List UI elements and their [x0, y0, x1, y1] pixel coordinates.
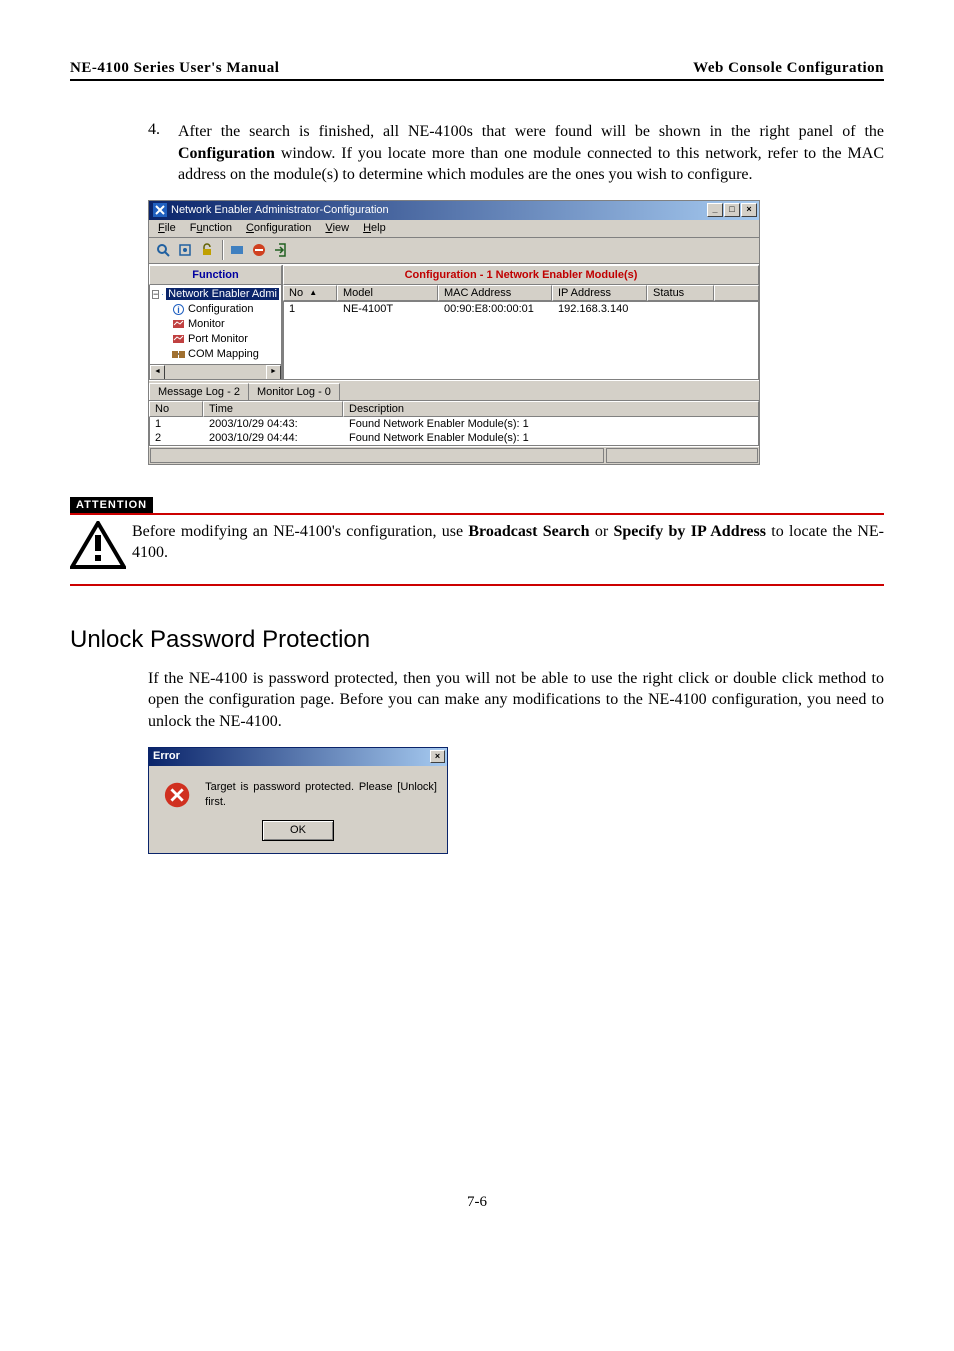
error-close-button[interactable]: × [430, 750, 445, 763]
log-cell-desc: Found Network Enabler Module(s): 1 [344, 432, 758, 444]
menubar: File Function Configuration View Help [149, 220, 759, 238]
warning-icon [70, 521, 132, 574]
header-left: NE-4100 Series User's Manual [70, 60, 279, 77]
toolbar-exit-icon[interactable] [271, 240, 291, 260]
toolbar-unlock-icon[interactable] [197, 240, 217, 260]
tree-view[interactable]: −Network Enabler Admi iConfiguration Mon… [149, 285, 282, 380]
menu-configuration[interactable]: Configuration [239, 222, 318, 234]
data-grid[interactable]: 1 NE-4100T 00:90:E8:00:00:01 192.168.3.1… [283, 302, 759, 380]
tab-message-log[interactable]: Message Log - 2 [149, 383, 249, 400]
section-title: Unlock Password Protection [70, 626, 884, 654]
error-message: Target is password protected. Please [Un… [205, 780, 437, 810]
toolbar-device-icon[interactable] [227, 240, 247, 260]
maximize-button[interactable]: □ [724, 203, 740, 217]
toolbar [149, 238, 759, 264]
col-blank [714, 285, 759, 301]
toolbar-locate-icon[interactable] [175, 240, 195, 260]
step-number: 4. [148, 121, 178, 186]
error-title: Error [153, 749, 180, 764]
scroll-left-button[interactable]: ◄ [150, 365, 165, 380]
port-monitor-icon [172, 333, 185, 346]
svg-text:i: i [177, 305, 180, 315]
function-header: Function [149, 265, 282, 285]
col-ip[interactable]: IP Address [552, 285, 647, 301]
menu-view[interactable]: View [318, 222, 356, 234]
step-text-pre: After the search is finished, all NE-410… [178, 123, 884, 140]
step-text-bold: Configuration [178, 145, 275, 162]
com-mapping-icon [172, 348, 185, 361]
step-text-post: window. If you locate more than one modu… [178, 145, 884, 184]
menu-file[interactable]: File [151, 222, 183, 234]
error-titlebar: Error × [149, 748, 447, 766]
ok-button[interactable]: OK [262, 820, 334, 841]
minimize-button[interactable]: _ [707, 203, 723, 217]
toolbar-search-icon[interactable] [153, 240, 173, 260]
page-number: 7-6 [70, 1194, 884, 1211]
menu-help[interactable]: Help [356, 222, 393, 234]
header-right: Web Console Configuration [693, 60, 884, 77]
log-col-time[interactable]: Time [203, 401, 343, 417]
toolbar-stop-icon[interactable] [249, 240, 269, 260]
status-bar [149, 446, 759, 464]
titlebar: Network Enabler Administrator-Configurat… [149, 201, 759, 220]
attention-label: ATTENTION [70, 497, 153, 513]
cell-ip: 192.168.3.140 [553, 303, 648, 315]
root-icon [162, 288, 163, 301]
tree-item-port-monitor[interactable]: Port Monitor [188, 333, 248, 345]
tree-item-monitor[interactable]: Monitor [188, 318, 225, 330]
col-model[interactable]: Model [337, 285, 438, 301]
col-status[interactable]: Status [647, 285, 714, 301]
log-grid[interactable]: 1 2003/10/29 04:43: Found Network Enable… [149, 417, 759, 446]
toolbar-separator [222, 240, 224, 260]
config-icon: i [172, 303, 185, 316]
log-row[interactable]: 2 2003/10/29 04:44: Found Network Enable… [150, 431, 758, 445]
app-window: Network Enabler Administrator-Configurat… [148, 200, 760, 465]
log-col-desc[interactable]: Description [343, 401, 759, 417]
log-col-no[interactable]: No [149, 401, 203, 417]
tree-item-configuration[interactable]: Configuration [188, 303, 253, 315]
step-text: After the search is finished, all NE-410… [178, 121, 884, 186]
log-cell-no: 1 [150, 418, 204, 430]
cell-model: NE-4100T [338, 303, 439, 315]
error-icon [163, 780, 191, 810]
cell-no: 1 [284, 303, 338, 315]
log-cell-time: 2003/10/29 04:43: [204, 418, 344, 430]
tree-item-com-mapping[interactable]: COM Mapping [188, 348, 259, 360]
attention-text: Before modifying an NE-4100's configurat… [132, 521, 884, 564]
cell-mac: 00:90:E8:00:00:01 [439, 303, 553, 315]
app-icon [153, 203, 167, 217]
log-cell-no: 2 [150, 432, 204, 444]
table-row[interactable]: 1 NE-4100T 00:90:E8:00:00:01 192.168.3.1… [284, 302, 758, 317]
monitor-icon [172, 318, 185, 331]
error-dialog: Error × Target is password protected. Pl… [148, 747, 448, 854]
window-title: Network Enabler Administrator-Configurat… [171, 204, 389, 216]
tab-monitor-log[interactable]: Monitor Log - 0 [248, 383, 340, 400]
log-cell-time: 2003/10/29 04:44: [204, 432, 344, 444]
close-button[interactable]: × [741, 203, 757, 217]
col-mac[interactable]: MAC Address [438, 285, 552, 301]
col-no[interactable]: No ▲ [283, 285, 337, 301]
menu-function[interactable]: Function [183, 222, 239, 234]
scroll-right-button[interactable]: ► [266, 365, 281, 380]
section-body: If the NE-4100 is password protected, th… [148, 668, 884, 854]
log-row[interactable]: 1 2003/10/29 04:43: Found Network Enable… [150, 417, 758, 431]
right-pane-header: Configuration - 1 Network Enabler Module… [283, 265, 759, 285]
tree-root[interactable]: Network Enabler Admi [166, 288, 279, 300]
log-cell-desc: Found Network Enabler Module(s): 1 [344, 418, 758, 430]
